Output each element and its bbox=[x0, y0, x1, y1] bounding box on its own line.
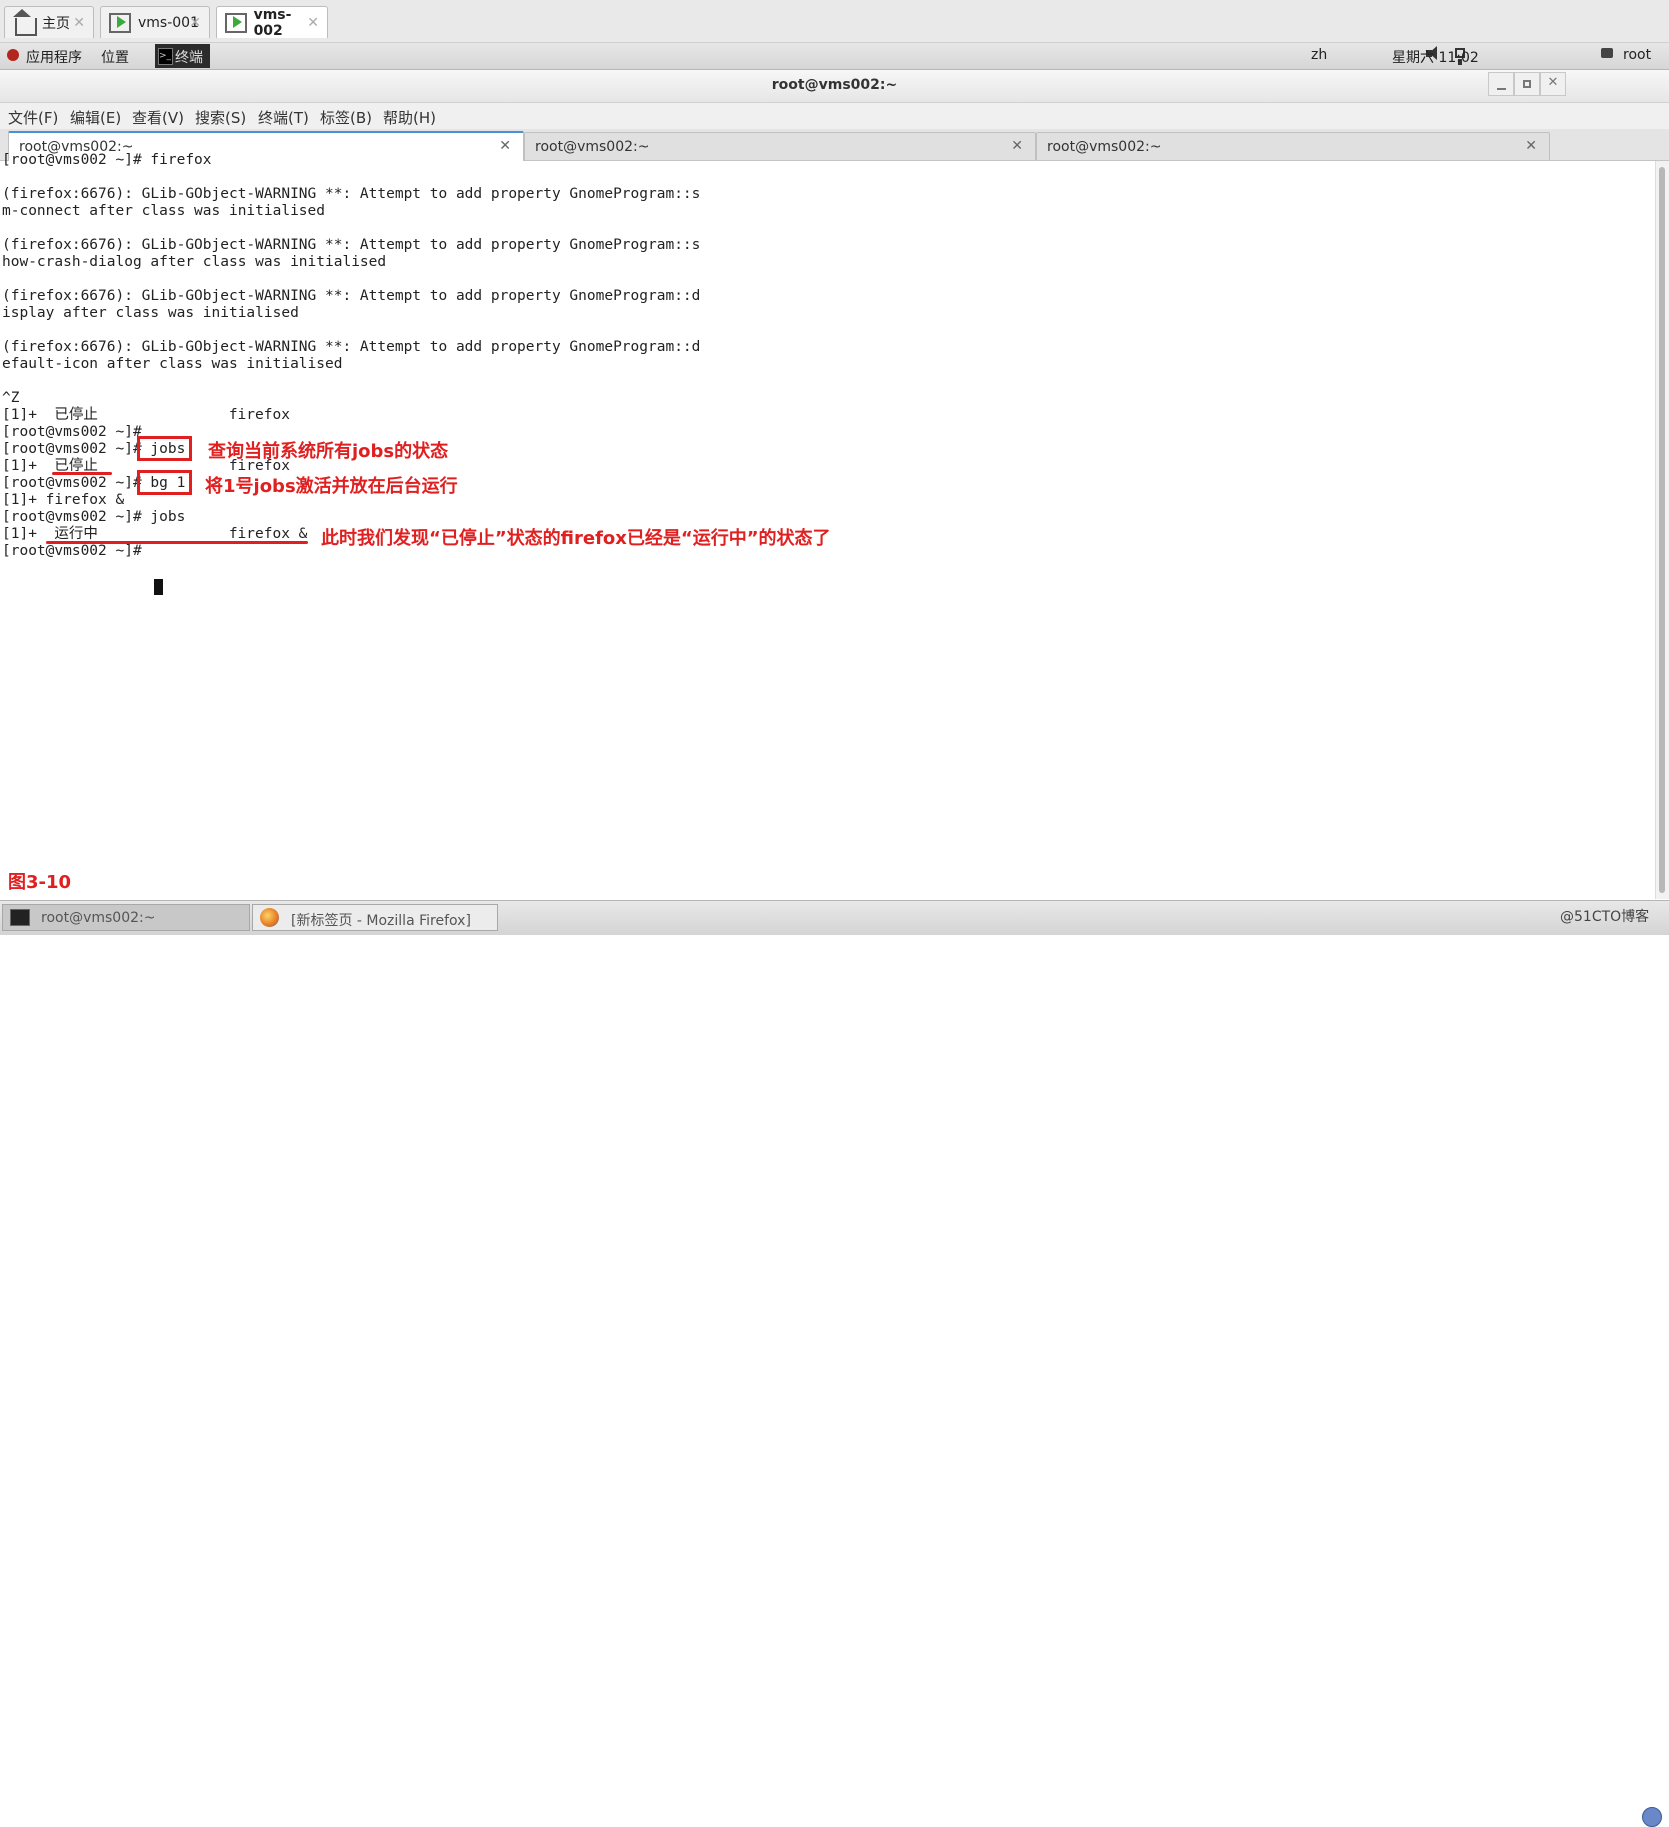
gnome-top-panel: 应用程序 位置 >_ 终端 zh 星期六 11:02 root bbox=[0, 43, 1669, 70]
window-titlebar[interactable]: root@vms002:~ ✕ bbox=[0, 70, 1669, 103]
terminal-line: m-connect after class was initialised bbox=[2, 203, 326, 219]
terminal-line: efault-icon after class was initialised bbox=[2, 356, 343, 372]
vm-tab-vms-002[interactable]: vms-002 ✕ bbox=[216, 6, 328, 39]
watermark: @51CTO博客 bbox=[1560, 909, 1650, 925]
close-icon[interactable]: ✕ bbox=[499, 138, 511, 154]
vm-tab-vms-001[interactable]: vms-001 ✕ bbox=[100, 6, 210, 38]
terminal-line: isplay after class was initialised bbox=[2, 305, 299, 321]
terminal-tab-2[interactable]: root@vms002:~ ✕ bbox=[524, 132, 1036, 160]
vm-tab-home[interactable]: 主页 ✕ bbox=[4, 6, 94, 38]
terminal-line: [root@vms002 ~]# firefox bbox=[2, 152, 212, 168]
taskbar-item-label: [新标签页 - Mozilla Firefox] bbox=[291, 913, 471, 929]
terminal-line: [root@vms002 ~]# bbox=[2, 424, 142, 440]
scrollbar-thumb[interactable] bbox=[1659, 167, 1665, 893]
terminal-tab-bar: root@vms002:~ ✕ root@vms002:~ ✕ root@vms… bbox=[0, 129, 1669, 161]
terminal-line: (firefox:6676): GLib-GObject-WARNING **:… bbox=[2, 288, 701, 304]
terminal-line: (firefox:6676): GLib-GObject-WARNING **:… bbox=[2, 339, 701, 355]
annotation-underline-stopped bbox=[52, 472, 112, 475]
vm-icon bbox=[109, 12, 131, 33]
firefox-icon bbox=[260, 908, 279, 927]
terminal-scrollbar[interactable] bbox=[1655, 161, 1669, 899]
maximize-button[interactable] bbox=[1514, 72, 1540, 96]
terminal-tab-label: root@vms002:~ bbox=[1047, 139, 1162, 155]
menu-bar: 文件(F) 编辑(E) 查看(V) 搜索(S) 终端(T) 标签(B) 帮助(H… bbox=[0, 103, 1669, 129]
input-language[interactable]: zh bbox=[1311, 47, 1327, 63]
minimize-button[interactable] bbox=[1488, 72, 1514, 96]
menu-view[interactable]: 查看(V) bbox=[132, 107, 184, 128]
terminal-line: how-crash-dialog after class was initial… bbox=[2, 254, 387, 270]
maximize-icon bbox=[1523, 80, 1531, 88]
terminal-launcher[interactable]: >_ 终端 bbox=[155, 44, 210, 68]
menu-search[interactable]: 搜索(S) bbox=[195, 107, 246, 128]
vm-icon bbox=[225, 12, 247, 33]
window-title: root@vms002:~ bbox=[771, 77, 898, 93]
vm-tab-strip: 主页 ✕ vms-001 ✕ vms-002 ✕ bbox=[0, 0, 1669, 43]
taskbar-item-label: root@vms002:~ bbox=[41, 910, 156, 926]
close-icon[interactable]: ✕ bbox=[1525, 138, 1537, 154]
terminal-icon: >_ bbox=[158, 48, 173, 65]
vm-tab-label: 主页 bbox=[42, 15, 70, 32]
close-icon[interactable]: ✕ bbox=[1011, 138, 1023, 154]
terminal-line: ^Z bbox=[2, 390, 20, 406]
annotation-jobs-note: 查询当前系统所有jobs的状态 bbox=[208, 441, 449, 462]
terminal-line: [1]+ firefox & bbox=[2, 492, 125, 508]
terminal-icon bbox=[10, 909, 30, 926]
figure-label: 图3-10 bbox=[8, 872, 72, 893]
redhat-logo-icon bbox=[7, 49, 19, 61]
annotation-box-jobs bbox=[137, 436, 192, 461]
terminal-launcher-label: 终端 bbox=[175, 50, 203, 66]
taskbar-item-firefox[interactable]: [新标签页 - Mozilla Firefox] bbox=[252, 904, 498, 931]
close-icon: ✕ bbox=[1547, 75, 1559, 90]
user-menu[interactable]: root bbox=[1623, 47, 1651, 63]
menu-file[interactable]: 文件(F) bbox=[8, 107, 58, 128]
menu-terminal[interactable]: 终端(T) bbox=[258, 107, 309, 128]
workspace-switcher-icon[interactable] bbox=[1642, 1807, 1662, 1827]
taskbar-item-terminal[interactable]: root@vms002:~ bbox=[2, 904, 250, 931]
clock[interactable]: 星期六 11:02 bbox=[1392, 47, 1479, 67]
applications-menu[interactable]: 应用程序 bbox=[26, 47, 82, 67]
close-icon[interactable]: ✕ bbox=[307, 15, 319, 31]
terminal-tab-label: root@vms002:~ bbox=[535, 139, 650, 155]
home-icon bbox=[13, 8, 37, 36]
bottom-taskbar: root@vms002:~ [新标签页 - Mozilla Firefox] bbox=[0, 900, 1669, 1827]
terminal-tab-3[interactable]: root@vms002:~ ✕ bbox=[1036, 132, 1550, 160]
annotation-underline-running bbox=[46, 541, 308, 544]
terminal-line: (firefox:6676): GLib-GObject-WARNING **:… bbox=[2, 237, 701, 253]
text-cursor bbox=[154, 579, 163, 595]
places-menu[interactable]: 位置 bbox=[101, 47, 129, 67]
close-window-button[interactable]: ✕ bbox=[1540, 72, 1566, 96]
close-icon[interactable]: ✕ bbox=[189, 15, 201, 31]
menu-edit[interactable]: 编辑(E) bbox=[70, 107, 121, 128]
terminal-line: [root@vms002 ~]# bbox=[2, 543, 151, 559]
annotation-box-bg bbox=[137, 470, 192, 495]
minimize-icon bbox=[1497, 88, 1506, 90]
menu-tabs[interactable]: 标签(B) bbox=[320, 107, 372, 128]
close-icon[interactable]: ✕ bbox=[73, 15, 85, 31]
terminal-line: [root@vms002 ~]# jobs bbox=[2, 509, 186, 525]
annotation-bg-note: 将1号jobs激活并放在后台运行 bbox=[205, 476, 458, 497]
terminal-line: [1]+ 已停止 firefox bbox=[2, 407, 290, 423]
annotation-running-note: 此时我们发现“已停止”状态的firefox已经是“运行中”的状态了 bbox=[321, 528, 831, 549]
menu-help[interactable]: 帮助(H) bbox=[383, 107, 436, 128]
terminal-line: (firefox:6676): GLib-GObject-WARNING **:… bbox=[2, 186, 701, 202]
user-icon bbox=[1601, 48, 1613, 58]
